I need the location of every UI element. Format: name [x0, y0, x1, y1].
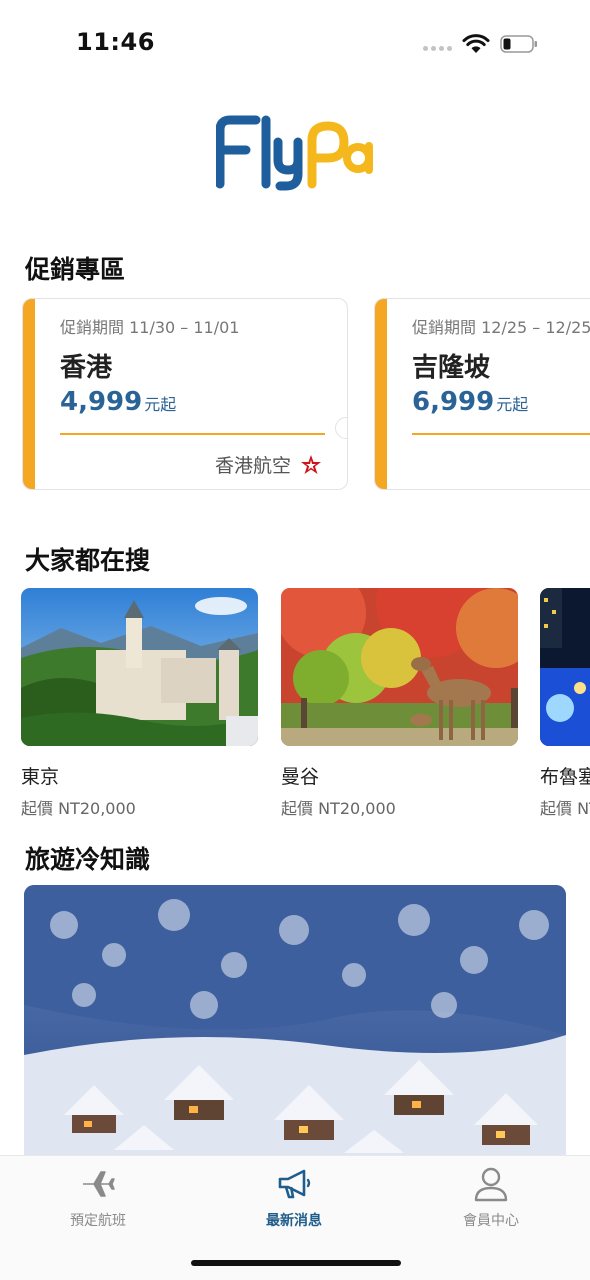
popular-carousel[interactable]: 東京 起價 NT20,000 曼谷 起價 NT20,000 布魯塞 起價 N	[21, 588, 590, 818]
tab-latest-news[interactable]: 最新消息	[224, 1166, 364, 1230]
megaphone-icon	[278, 1169, 311, 1199]
hong-kong-airlines-logo-icon	[301, 454, 321, 474]
promo-card[interactable]: 促銷期間 12/25 – 12/25 吉隆坡 6,999 元起	[374, 298, 590, 490]
promo-city: 吉隆坡	[412, 353, 491, 383]
battery-icon	[500, 35, 537, 53]
home-indicator[interactable]	[191, 1260, 401, 1266]
promo-card[interactable]: 促銷期間 11/30 – 11/01 香港 4,999 元起 香港航空	[22, 298, 348, 490]
promo-price-suffix: 元起	[144, 395, 177, 414]
promo-price-suffix: 元起	[496, 395, 529, 414]
tab-member-center[interactable]: 會員中心	[421, 1166, 561, 1230]
destination-price: 起價 NT20,000	[281, 799, 396, 818]
signal-dots-icon	[423, 46, 452, 51]
popular-destination-card[interactable]: 布魯塞爾 起價 NT20,000	[540, 588, 590, 818]
tab-book-flight[interactable]: 預定航班	[28, 1166, 168, 1230]
flypa-logo	[216, 115, 373, 191]
popular-section-title: 大家都在搜	[25, 546, 151, 575]
promo-card-stripe	[23, 299, 35, 489]
promo-city: 香港	[60, 353, 113, 383]
promo-divider	[60, 433, 325, 435]
popular-destination-card[interactable]: 東京 起價 NT20,000	[21, 588, 258, 818]
tab-label: 預定航班	[70, 1213, 126, 1229]
promo-divider	[412, 433, 590, 435]
airplane-icon	[83, 1171, 115, 1197]
promo-section-title: 促銷專區	[25, 255, 126, 284]
destination-price: 起價 NT20,000	[540, 799, 590, 818]
tab-label: 最新消息	[266, 1213, 322, 1229]
promo-carousel[interactable]: 促銷期間 11/30 – 11/01 香港 4,999 元起 香港航空 促銷期間 …	[22, 298, 590, 492]
destination-name: 東京	[21, 766, 60, 788]
promo-period: 促銷期間 12/25 – 12/25	[412, 318, 590, 337]
promo-price: 4,999	[60, 387, 143, 417]
status-time: 11:46	[76, 28, 155, 56]
snow-village-photo[interactable]	[24, 885, 566, 1160]
airline-name: 香港航空	[214, 455, 291, 477]
destination-price: 起價 NT20,000	[21, 799, 136, 818]
status-bar: 11:46	[0, 0, 590, 90]
trivia-section-title: 旅遊冷知識	[25, 845, 151, 874]
tab-label: 會員中心	[463, 1213, 519, 1229]
promo-period: 促銷期間 11/30 – 11/01	[60, 318, 240, 337]
promo-price-line: 4,999 元起	[60, 387, 176, 417]
wifi-icon	[462, 34, 490, 53]
person-icon	[474, 1167, 508, 1202]
promo-card-stripe	[375, 299, 387, 489]
promo-price-line: 6,999 元起	[412, 387, 528, 417]
popular-destination-card[interactable]: 曼谷 起價 NT20,000	[281, 588, 518, 818]
castle-photo	[21, 588, 258, 746]
ticket-notch	[335, 417, 347, 439]
destination-name: 布魯塞爾	[540, 766, 590, 788]
deer-autumn-photo	[281, 588, 518, 746]
promo-airline: 香港航空	[215, 451, 323, 478]
night-city-photo	[540, 588, 590, 746]
promo-price: 6,999	[412, 387, 495, 417]
destination-name: 曼谷	[281, 766, 320, 788]
